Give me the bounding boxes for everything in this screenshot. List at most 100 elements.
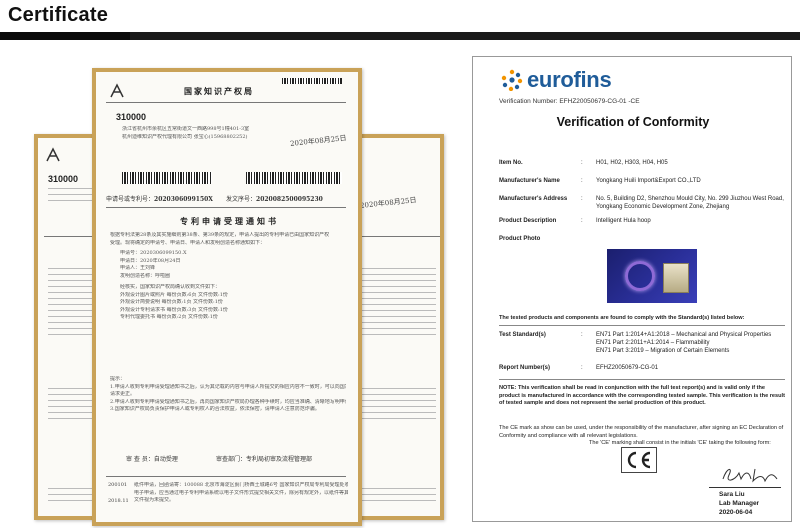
certificate-back-right: 2020年08月25日 [352,134,444,520]
file-line: 外观设计图片或照片 每份页数:6页 文件份数:1份 [120,291,228,298]
app-number-label: 申请号或专利号： [106,196,155,203]
eurofins-logo: eurofins [501,67,612,93]
standard-line: EN71 Part 1:2014+A1:2018 – Mechanical an… [596,332,772,338]
note-block: NOTE: This verification shall be read in… [499,385,785,408]
document-number: 发文序号：2020082500095230 [226,196,323,204]
body-line: 根据专利法第28条及其实施细则第38条、第39条的规定，申请人提出的专利申请已由… [110,232,330,238]
note-line: 请求更正。 [110,391,136,397]
signatory-date: 2020-06-04 [719,509,753,516]
eurofins-logo-icon [501,69,523,91]
page-title: Certificate [8,4,109,26]
row-value: H01, H02, H303, H04, H05 [596,160,668,166]
file-line: 专利代理委托书 每份页数:2页 文件份数:1份 [120,314,218,320]
footer-code: 200101 [108,482,128,488]
address-line: 浙江省杭州市余杭区五常街道文一西路998号1幢401-3室 [122,126,250,132]
address-line: 杭州迪维知识产权代理有限公司 张宝心(15968802252) [122,133,248,140]
divider [106,207,346,208]
row-colon: : [581,178,583,184]
note-line: 2.申请人收到专利申请受理通知书之后，再向国家知识产权局办理各种手续时，均应当准… [110,398,346,405]
body-line: 受理。现将确定的申请号、申请日、申请人和发明创造名称通知如下： [110,239,266,246]
note-line: 1.申请人收到专利申请受理通知书之后，认为其记载的内容与申请人所提交的相应内容不… [110,383,346,390]
issue-date: 2020年08月25日 [289,134,347,148]
row-label: Manufacturer's Address [499,196,568,202]
row-value: No. 5, Building D2, Shenzhou Mould City,… [596,196,784,210]
footer-line: 纸件申请，回函请寄：100088 北京市海淀区蓟门桥西土城路6号 国家知识产权局… [134,482,348,488]
standard-line: EN71 Part 2:2011+A1:2014 – Flammability [596,340,710,346]
body-lines [360,268,436,340]
row-label: Item No. [499,160,523,166]
application-number: 申请号或专利号：2020306099150X [106,196,213,204]
office-name: 国家知识产权局 [184,86,254,96]
notice-notes: 提示： 1.申请人收到专利申请受理通知书之后，认为其记载的内容与申请人所提交的相… [110,376,346,414]
patent-office-logo-icon [44,146,62,164]
barcode-icon [246,172,342,184]
row-colon: : [581,332,583,338]
ce-statement: The CE mark as show can be used, under t… [499,425,785,448]
doc-number-label: 发文序号： [226,196,257,203]
signatory-role: Lab Manager [719,500,760,507]
row-colon: : [581,218,583,224]
footer-line: 电子申请，应当通过电子专利申请系统以电子文件形式提交相关文件，除另有规定外，以纸… [134,489,348,496]
hula-hoop-image [625,261,655,291]
row-colon: : [581,365,583,371]
signature-rule [709,487,781,488]
product-box-image [663,263,689,293]
row-value: EFHZ20050679-CG-01 [596,365,659,371]
divider [499,379,785,380]
notice-title: 专利申请受理通知书 [180,216,279,226]
footer-lines [360,488,436,506]
note-line: 3.国家知识产权局负责保护申请人或专利权人的合法权益，依法保密，请申请人注意防范… [110,406,320,412]
note-text: NOTE: This verification shall be read in… [499,385,785,406]
postal-code: 310000 [48,174,79,184]
postal-code: 310000 [116,112,147,122]
issue-date: 2020年08月25日 [359,196,417,210]
barcode-icon [122,172,212,184]
row-label: Product Description [499,218,557,224]
notes-heading: 提示： [110,376,126,382]
row-value: Yongkang Huili Import&Export CO.,LTD [596,178,701,184]
row-label: Manufacturer's Name [499,178,560,184]
divider [499,325,785,326]
ce-mark-icon [621,447,657,473]
footer-code: 2018.11 [108,498,129,504]
row-label: Test Standard(s) [499,332,546,338]
detail-line: 申请日：2020年08月24日 [120,257,181,264]
detail-line: 发明创造名称：呼啦圈 [120,272,171,279]
footer-divider [106,476,346,477]
doc-number-value: 2020082500095230 [256,196,323,203]
notice-body: 根据专利法第28条及其实施细则第38条、第39条的规定，申请人提出的专利申请已由… [110,232,346,247]
verification-of-conformity: eurofins Verification Number: EFHZ200506… [472,56,792,522]
review-department: 审查部门：专利局初审及流程管理部 [216,456,313,463]
header-divider [106,102,346,103]
patent-acceptance-notice: 国家知识产权局 310000 浙江省杭州市余杭区五常街道文一西路998号1幢40… [92,68,362,526]
ce-text: The CE mark as show can be used, under t… [499,425,784,439]
patent-office-logo-icon [108,82,126,100]
application-details: 申请号：2020306099150.X 申请日：2020年08月24日 申请人：… [120,250,320,280]
barcode-icon [282,78,342,84]
detail-line: 申请人：王刘锋 [120,265,156,271]
row-value: Intelligent Hula hoop [596,218,651,224]
standard-line: EN71 Part 3:2019 – Migration of Certain … [596,348,730,354]
product-photo [607,249,697,303]
detail-line: 申请号：2020306099150.X [120,250,187,256]
recipient-address: 浙江省杭州市余杭区五常街道文一西路998号1幢401-3室 杭州迪维知识产权代理… [122,126,292,141]
row-label: Product Photo [499,236,541,242]
signatory-name: Sara Liu [719,491,745,498]
row-value: EN71 Part 1:2014+A1:2018 – Mechanical an… [596,331,786,355]
header-rule [0,32,800,40]
verification-title: Verification of Conformity [556,115,710,129]
tested-statement-text: The tested products and components are f… [499,315,745,321]
tested-statement: The tested products and components are f… [499,315,785,323]
reviewer: 审 查 员：自动受理 [126,456,178,463]
signature-icon [722,468,778,483]
note-lines [360,388,436,424]
verification-number: Verification Number: EFHZ20050679-CG-01 … [499,98,640,105]
footer-line: 文件视为未提交。 [134,497,175,503]
file-line: 外观设计简要说明 每份页数:1页 文件份数:1份 [120,299,223,305]
divider [356,236,440,237]
app-number-value: 2020306099150X [154,196,213,203]
row-colon: : [581,160,583,166]
received-files: 经核实，国家知识产权局确认收到文件如下： 外观设计图片或照片 每份页数:6页 文… [120,284,340,322]
files-intro: 经核实，国家知识产权局确认收到文件如下： [120,284,221,290]
row-colon: : [581,196,583,202]
